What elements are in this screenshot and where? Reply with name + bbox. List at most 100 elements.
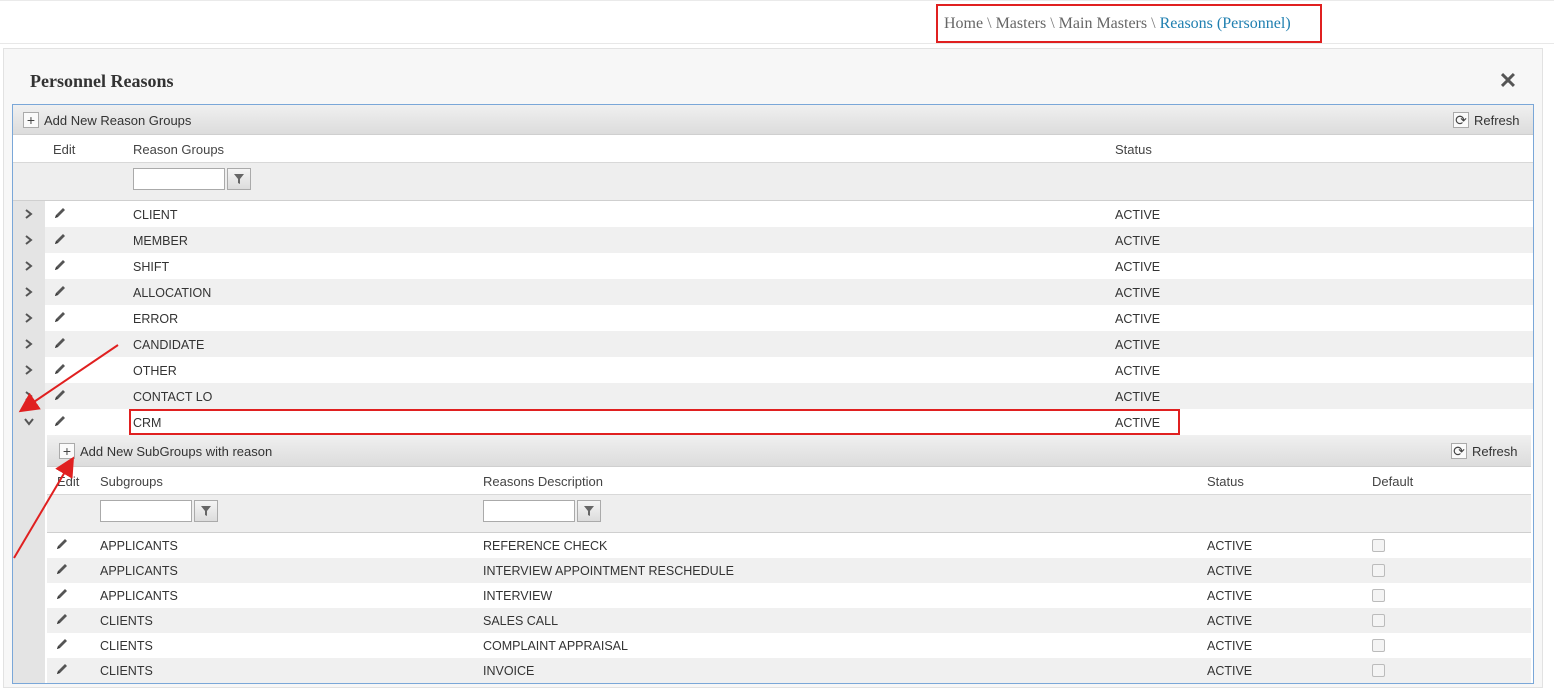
- default-checkbox[interactable]: [1372, 664, 1385, 677]
- col-edit[interactable]: Edit: [53, 142, 75, 157]
- add-subgroup-button[interactable]: + Add New SubGroups with reason: [59, 442, 272, 460]
- pencil-icon[interactable]: [55, 587, 71, 603]
- reason-group-name: ERROR: [133, 312, 179, 326]
- col-edit[interactable]: Edit: [57, 474, 79, 489]
- status-text: ACTIVE: [1207, 589, 1253, 603]
- pencil-icon[interactable]: [53, 414, 69, 430]
- chevron-right-icon[interactable]: [13, 227, 45, 253]
- table-row[interactable]: APPLICANTS REFERENCE CHECK ACTIVE: [47, 533, 1531, 558]
- groups-filter-row: [13, 163, 1533, 201]
- pencil-icon[interactable]: [53, 206, 69, 222]
- table-row[interactable]: ALLOCATION ACTIVE: [13, 279, 1533, 305]
- pencil-icon[interactable]: [55, 612, 71, 628]
- status-text: ACTIVE: [1115, 338, 1161, 352]
- pencil-icon[interactable]: [53, 388, 69, 404]
- filter-icon[interactable]: [194, 500, 218, 522]
- status-text: ACTIVE: [1207, 639, 1253, 653]
- subgroup-name: APPLICANTS: [100, 539, 178, 553]
- close-icon[interactable]: ✕: [1498, 70, 1518, 92]
- breadcrumb-masters[interactable]: Masters: [996, 15, 1047, 33]
- chevron-right-icon[interactable]: [13, 331, 45, 357]
- default-checkbox[interactable]: [1372, 639, 1385, 652]
- default-checkbox[interactable]: [1372, 589, 1385, 602]
- reason-group-name: ALLOCATION: [133, 286, 212, 300]
- table-row[interactable]: CLIENTS INVOICE ACTIVE: [47, 658, 1531, 683]
- groups-header: Edit Reason Groups Status: [13, 135, 1533, 163]
- default-checkbox[interactable]: [1372, 539, 1385, 552]
- chevron-right-icon[interactable]: [13, 357, 45, 383]
- table-row[interactable]: SHIFT ACTIVE: [13, 253, 1533, 279]
- subgroup-filter-input[interactable]: [100, 500, 192, 522]
- status-text: ACTIVE: [1115, 260, 1161, 274]
- reason-group-name: OTHER: [133, 364, 177, 378]
- default-checkbox[interactable]: [1372, 614, 1385, 627]
- refresh-label: Refresh: [1474, 112, 1520, 128]
- reason-description: INTERVIEW APPOINTMENT RESCHEDULE: [483, 564, 734, 578]
- plus-icon: +: [59, 443, 75, 459]
- col-reason-groups[interactable]: Reason Groups: [133, 142, 224, 157]
- pencil-icon[interactable]: [55, 562, 71, 578]
- reason-description: COMPLAINT APPRAISAL: [483, 639, 628, 653]
- status-text: ACTIVE: [1115, 416, 1161, 430]
- status-text: ACTIVE: [1115, 286, 1161, 300]
- refresh-groups-button[interactable]: ⟳ Refresh: [1453, 111, 1520, 129]
- description-filter-input[interactable]: [483, 500, 575, 522]
- reason-group-name: SHIFT: [133, 260, 170, 274]
- pencil-icon[interactable]: [53, 232, 69, 248]
- subgroup-name: CLIENTS: [100, 639, 153, 653]
- pencil-icon[interactable]: [53, 310, 69, 326]
- filter-icon[interactable]: [227, 168, 251, 190]
- pencil-icon[interactable]: [53, 336, 69, 352]
- col-default[interactable]: Default: [1372, 474, 1413, 489]
- col-subgroups[interactable]: Subgroups: [100, 474, 163, 489]
- col-status[interactable]: Status: [1115, 142, 1152, 157]
- refresh-subgroups-button[interactable]: ⟳ Refresh: [1451, 442, 1518, 460]
- pencil-icon[interactable]: [53, 362, 69, 378]
- add-reason-group-label: Add New Reason Groups: [44, 112, 192, 128]
- reason-group-name: CONTACT LO: [133, 390, 213, 404]
- subgroup-name: APPLICANTS: [100, 589, 178, 603]
- add-reason-group-button[interactable]: + Add New Reason Groups: [23, 111, 191, 129]
- chevron-right-icon[interactable]: [13, 201, 45, 227]
- chevron-right-icon[interactable]: [13, 253, 45, 279]
- pencil-icon[interactable]: [53, 258, 69, 274]
- reason-group-name: CRM: [133, 416, 162, 430]
- col-reasons-description[interactable]: Reasons Description: [483, 474, 603, 489]
- table-row[interactable]: MEMBER ACTIVE: [13, 227, 1533, 253]
- page-title: Personnel Reasons: [30, 71, 174, 91]
- breadcrumb-separator: \: [1050, 14, 1055, 32]
- chevron-right-icon[interactable]: [13, 383, 45, 409]
- breadcrumb-bar: Home \ Masters \ Main Masters \ Reasons …: [0, 0, 1554, 44]
- pencil-icon[interactable]: [55, 537, 71, 553]
- breadcrumb-home[interactable]: Home: [944, 15, 983, 33]
- chevron-right-icon[interactable]: [13, 279, 45, 305]
- table-row[interactable]: ERROR ACTIVE: [13, 305, 1533, 331]
- table-row[interactable]: APPLICANTS INTERVIEW ACTIVE: [47, 583, 1531, 608]
- table-row[interactable]: OTHER ACTIVE: [13, 357, 1533, 383]
- status-text: ACTIVE: [1115, 364, 1161, 378]
- pencil-icon[interactable]: [55, 637, 71, 653]
- table-row[interactable]: CLIENTS COMPLAINT APPRAISAL ACTIVE: [47, 633, 1531, 658]
- reason-group-filter-input[interactable]: [133, 168, 225, 190]
- status-text: ACTIVE: [1115, 390, 1161, 404]
- default-checkbox[interactable]: [1372, 564, 1385, 577]
- groups-toolbar: + Add New Reason Groups ⟳ Refresh: [13, 105, 1533, 135]
- breadcrumb-main-masters[interactable]: Main Masters: [1059, 15, 1147, 33]
- table-row[interactable]: CANDIDATE ACTIVE: [13, 331, 1533, 357]
- reason-group-name: CANDIDATE: [133, 338, 205, 352]
- subgroup-name: CLIENTS: [100, 664, 153, 678]
- pencil-icon[interactable]: [55, 662, 71, 678]
- pencil-icon[interactable]: [53, 284, 69, 300]
- filter-icon[interactable]: [577, 500, 601, 522]
- table-row[interactable]: CONTACT LO ACTIVE: [13, 383, 1533, 409]
- chevron-right-icon[interactable]: [13, 305, 45, 331]
- chevron-down-icon[interactable]: [13, 409, 45, 435]
- table-row[interactable]: CRM ACTIVE: [13, 409, 1533, 435]
- table-row[interactable]: CLIENT ACTIVE: [13, 201, 1533, 227]
- reason-description: INVOICE: [483, 664, 535, 678]
- status-text: ACTIVE: [1115, 312, 1161, 326]
- table-row[interactable]: APPLICANTS INTERVIEW APPOINTMENT RESCHEDU…: [47, 558, 1531, 583]
- col-status[interactable]: Status: [1207, 474, 1244, 489]
- reason-description: SALES CALL: [483, 614, 559, 628]
- table-row[interactable]: CLIENTS SALES CALL ACTIVE: [47, 608, 1531, 633]
